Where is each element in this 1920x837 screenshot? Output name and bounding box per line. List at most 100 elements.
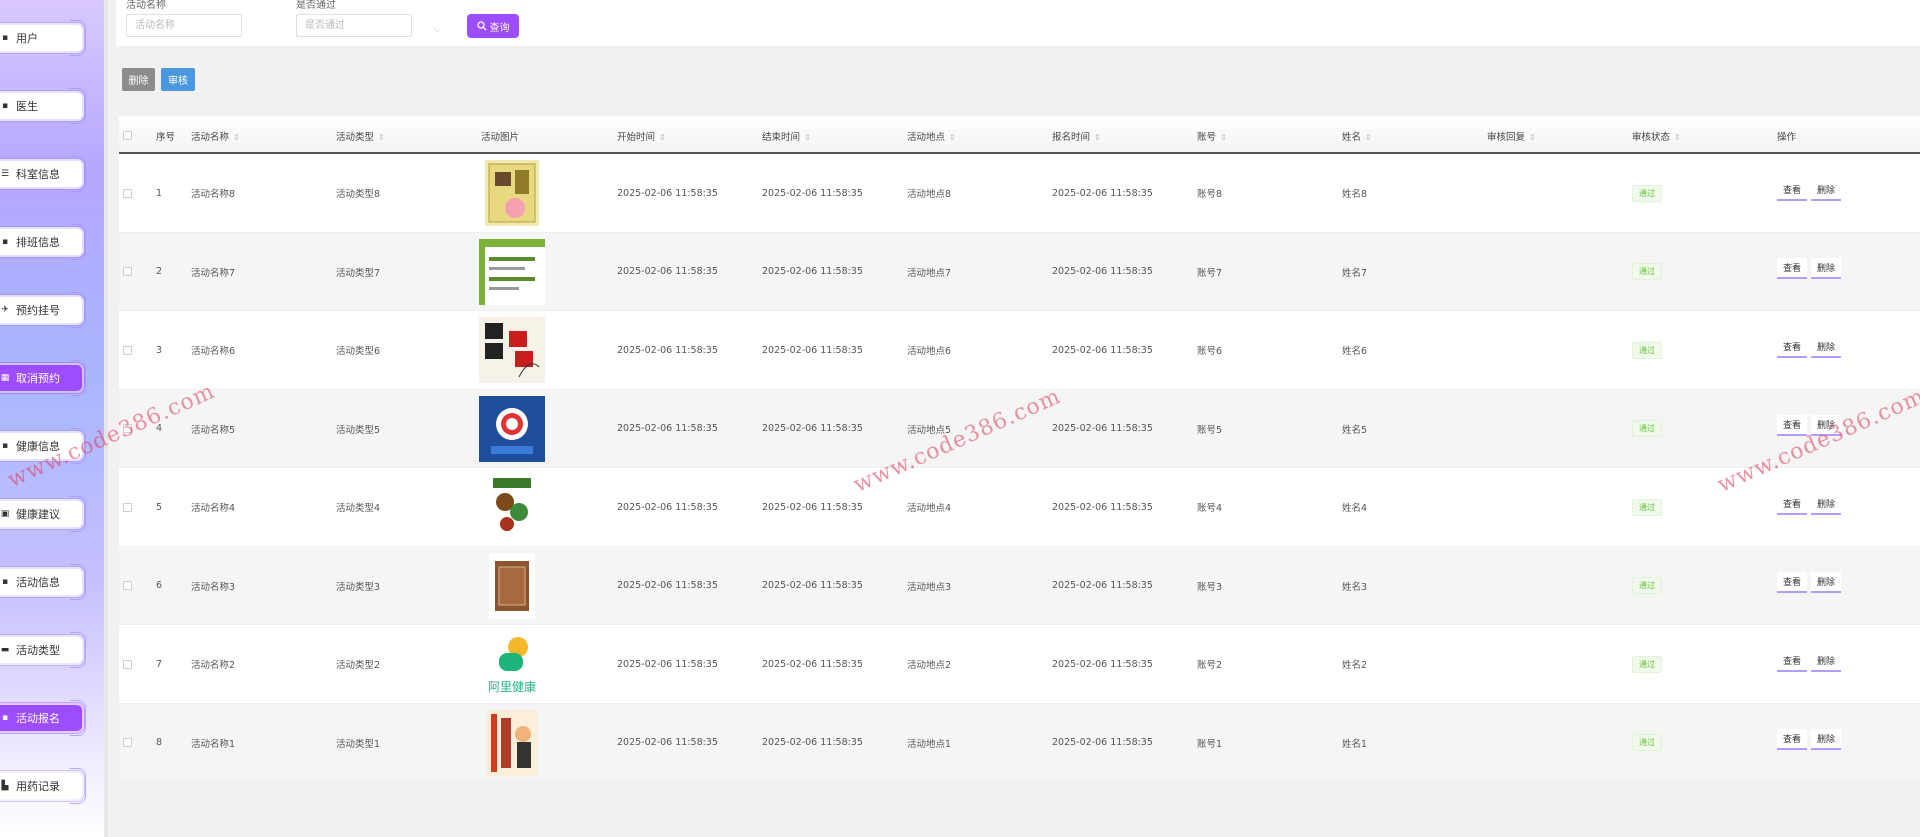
delete-button[interactable]: 删除 [1811, 493, 1842, 515]
select-all-checkbox[interactable] [123, 116, 132, 154]
view-button[interactable]: 查看 [1777, 336, 1808, 358]
sidebar-item-2[interactable]: ☰ 科室信息 [0, 161, 82, 187]
audit-status-cell: 通过 [1632, 311, 1662, 389]
column-header-2[interactable]: 活动类型 ⇕ [336, 129, 385, 143]
sort-icon[interactable]: ⇕ [1529, 133, 1536, 142]
cell-start: 2025-02-06 11:58:35 [617, 501, 718, 513]
column-header-1[interactable]: 活动名称 ⇕ [191, 129, 240, 143]
cell-index: 8 [156, 737, 163, 748]
sidebar-item-6[interactable]: ▪ 健康信息 [0, 433, 82, 459]
table-row[interactable]: 3 活动名称6 活动类型6 2025-02-06 11:58:35 2025-02-06… [119, 311, 1920, 390]
sidebar-item-label: 用药记录 [16, 780, 60, 793]
activity-image[interactable] [479, 704, 545, 782]
sidebar-item-8[interactable]: ▪ 活动信息 [0, 569, 82, 595]
activity-image[interactable] [479, 547, 545, 625]
audit-status-cell: 通过 [1632, 233, 1662, 311]
delete-button[interactable]: 删除 [1811, 729, 1842, 750]
search-bar: 活动名称 活动名称 是否通过 是否通过 ⌵ 查询 [116, 0, 1920, 46]
sidebar-item-0[interactable]: ▪ 用户 [0, 25, 82, 51]
delete-button[interactable]: 删除 [1811, 179, 1842, 201]
activity-name-input[interactable]: 活动名称 [126, 14, 242, 37]
view-button[interactable]: 查看 [1777, 572, 1808, 593]
sort-icon[interactable]: ⇕ [1365, 133, 1372, 142]
row-checkbox[interactable] [123, 547, 132, 625]
sidebar-item-1[interactable]: ▪ 医生 [0, 93, 82, 119]
row-checkbox[interactable] [123, 468, 132, 546]
cell-account: 账号5 [1197, 424, 1223, 436]
row-checkbox[interactable] [123, 154, 132, 232]
column-header-8[interactable]: 账号 ⇕ [1197, 129, 1227, 143]
sort-icon[interactable]: ⇕ [804, 133, 811, 142]
cell-end: 2025-02-06 11:58:35 [762, 658, 863, 670]
sidebar-item-11[interactable]: ▙ 用药记录 [0, 773, 82, 799]
sort-icon[interactable]: ⇕ [659, 133, 666, 142]
batch-delete-button[interactable]: 删除 [122, 68, 155, 91]
cell-signup: 2025-02-06 11:58:35 [1052, 344, 1153, 356]
view-button[interactable]: 查看 [1777, 493, 1808, 515]
activity-image[interactable] [479, 468, 545, 546]
column-header-7[interactable]: 报名时间 ⇕ [1052, 129, 1101, 143]
table-row[interactable]: 4 活动名称5 活动类型5 2025-02-06 11:58:35 2025-02-06… [119, 389, 1920, 468]
sort-icon[interactable]: ⇕ [233, 133, 240, 142]
table-row[interactable]: 7 活动名称2 活动类型2 阿里健康 2025-02-06 11:58:35 2025-0… [119, 625, 1920, 704]
delete-button[interactable]: 删除 [1811, 336, 1842, 358]
activity-image[interactable] [479, 154, 545, 232]
activity-image[interactable]: 阿里健康 [479, 625, 545, 703]
activity-image-thumbnail [479, 238, 545, 305]
sidebar-item-4[interactable]: ✈ 预约挂号 [0, 297, 82, 323]
cell-end: 2025-02-06 11:58:35 [762, 187, 863, 199]
sort-icon[interactable]: ⇕ [1674, 133, 1681, 142]
sort-icon[interactable]: ⇕ [1220, 133, 1227, 142]
row-checkbox[interactable] [123, 625, 132, 703]
column-header-10[interactable]: 审核回复 ⇕ [1487, 129, 1536, 143]
column-header-6[interactable]: 活动地点 ⇕ [907, 129, 956, 143]
status-badge: 通过 [1632, 184, 1662, 202]
delete-button[interactable]: 删除 [1811, 415, 1842, 436]
view-button[interactable]: 查看 [1777, 258, 1808, 279]
table-row[interactable]: 2 活动名称7 活动类型7 2025-02-06 11:58:35 2025-02-06… [119, 232, 1920, 311]
batch-audit-button[interactable]: 审核 [161, 68, 195, 91]
delete-button[interactable]: 删除 [1811, 650, 1842, 672]
sidebar-item-9[interactable]: ▬ 活动类型 [0, 637, 82, 663]
row-checkbox[interactable] [123, 390, 132, 468]
status-badge: 通过 [1632, 263, 1662, 280]
column-header-11[interactable]: 审核状态 ⇕ [1632, 129, 1681, 143]
activity-image-thumbnail [479, 709, 545, 776]
activity-image[interactable] [479, 233, 545, 311]
activity-image[interactable] [479, 311, 545, 389]
activity-image-thumbnail [479, 552, 545, 619]
column-header-label: 审核状态 [1632, 132, 1671, 143]
table-row[interactable]: 6 活动名称3 活动类型3 2025-02-06 11:58:35 2025-02-06… [119, 546, 1920, 625]
sidebar-item-10[interactable]: ▪ 活动报名 [0, 705, 82, 731]
table-row[interactable]: 5 活动名称4 活动类型4 2025-02-06 11:58:35 2025-02-06… [119, 468, 1920, 547]
sort-icon[interactable]: ⇕ [378, 133, 385, 142]
cell-account: 账号3 [1197, 581, 1223, 593]
query-button[interactable]: 查询 [467, 14, 519, 38]
checkbox-box [123, 581, 132, 590]
sidebar-item-label: 医生 [16, 100, 38, 113]
column-header-5[interactable]: 结束时间 ⇕ [762, 129, 811, 143]
view-button[interactable]: 查看 [1777, 729, 1808, 750]
sidebar-item-3[interactable]: ▪ 排班信息 [0, 229, 82, 255]
query-button-label: 查询 [489, 22, 510, 34]
view-button[interactable]: 查看 [1777, 415, 1808, 436]
view-button[interactable]: 查看 [1777, 179, 1808, 201]
table-row[interactable]: 8 活动名称1 活动类型1 2025-02-06 11:58:35 2025-02-06… [119, 703, 1920, 782]
activity-image[interactable] [479, 390, 545, 468]
column-header-4[interactable]: 开始时间 ⇕ [617, 129, 666, 143]
row-checkbox[interactable] [123, 704, 132, 782]
cell-name: 活动名称3 [191, 581, 236, 593]
row-checkbox[interactable] [123, 311, 132, 389]
table-row[interactable]: 1 活动名称8 活动类型8 2025-02-06 11:58:35 2025-02-06… [119, 154, 1920, 233]
delete-button[interactable]: 删除 [1811, 572, 1842, 593]
approved-select[interactable]: 是否通过 ⌵ [296, 14, 441, 37]
delete-button[interactable]: 删除 [1811, 258, 1842, 279]
sidebar-item-5[interactable]: ▦ 取消预约 [0, 365, 82, 391]
column-header-12: 操作 [1777, 129, 1796, 143]
sort-icon[interactable]: ⇕ [949, 133, 956, 142]
sort-icon[interactable]: ⇕ [1094, 133, 1101, 142]
view-button[interactable]: 查看 [1777, 650, 1808, 672]
row-checkbox[interactable] [123, 233, 132, 311]
sidebar-item-7[interactable]: ▣ 健康建议 [0, 501, 82, 527]
column-header-9[interactable]: 姓名 ⇕ [1342, 129, 1372, 143]
